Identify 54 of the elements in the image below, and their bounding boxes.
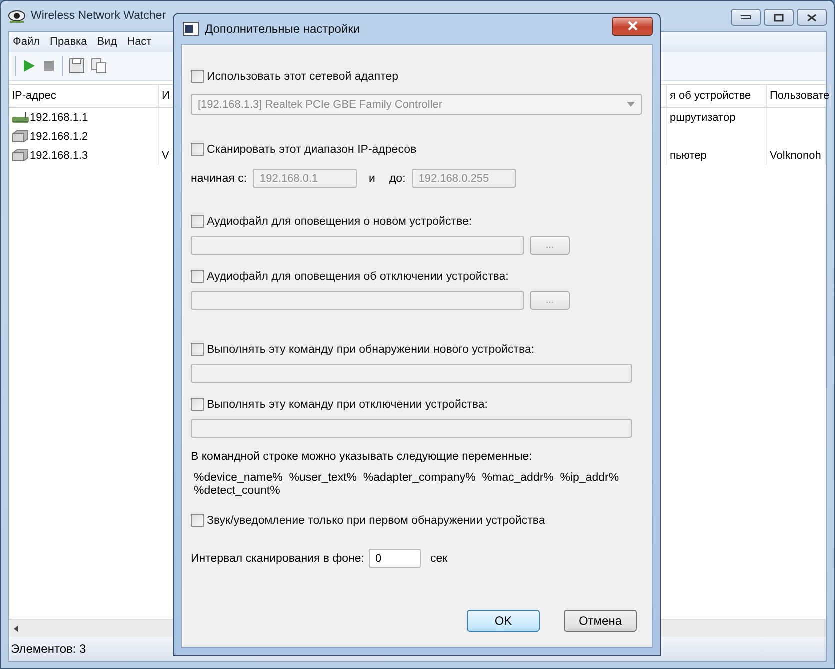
table-cell: 192.168.1.3 <box>30 150 88 162</box>
dialog-button[interactable]: Отмена <box>564 610 637 632</box>
stop-icon[interactable] <box>42 59 56 73</box>
field-label: начиная с: <box>191 172 248 184</box>
hint-text: В командной строке можно указывать следующие переменные: <box>191 451 532 463</box>
table-cell: 192.168.1.1 <box>30 112 88 124</box>
table-cell: V <box>162 150 170 162</box>
minimize-icon <box>741 15 751 20</box>
save-icon[interactable] <box>69 58 85 74</box>
close-button[interactable] <box>797 9 827 26</box>
maximize-button[interactable] <box>764 9 794 26</box>
play-icon[interactable] <box>22 59 36 73</box>
dialog-button[interactable]: OK <box>467 610 540 632</box>
computer-icon <box>12 149 29 162</box>
close-button[interactable] <box>612 16 653 36</box>
checkbox-label: Звук/уведомление только при первом обнаружении устройства <box>207 514 546 526</box>
maximize-icon <box>774 14 784 22</box>
eye-icon <box>8 8 26 24</box>
table-cell: пьютер <box>670 150 707 162</box>
checkbox[interactable] <box>191 514 204 527</box>
column-header[interactable]: я об устройстве <box>667 85 767 107</box>
computer-icon <box>12 130 29 143</box>
field-label: Интервал сканирования в фоне: <box>191 552 364 564</box>
checkbox-label: Аудиофайл для оповещения о новом устройстве: <box>207 216 472 228</box>
variables-text: %device_name% %user_text% %adapter_company% %mac_addr% %ip_addr% %detect_count% <box>193 472 620 498</box>
menu-item[interactable]: Правка <box>46 36 92 48</box>
dialog-title: Дополнительные настройки <box>205 22 360 36</box>
checkbox-label: Использовать этот сетевой адаптер <box>207 70 399 82</box>
checkbox-label: Выполнять эту команду при отключении устройства: <box>207 398 488 410</box>
menu-item[interactable]: Наст <box>123 36 156 48</box>
caret-icon <box>627 102 635 107</box>
table-cell: 192.168.1.2 <box>30 130 88 142</box>
window-title: Wireless Network Watcher <box>31 10 166 22</box>
status-text: Элементов: 3 <box>11 642 86 656</box>
table-cell: Volknonoh <box>770 150 822 162</box>
window-icon <box>183 22 199 36</box>
column-header[interactable]: IP-адрес <box>9 85 159 107</box>
checkbox-label: Аудиофайл для оповещения об отключении устройства: <box>207 270 509 282</box>
checkbox-label: Выполнять эту команду при обнаружении нового устройства: <box>207 344 535 356</box>
menu-item[interactable]: Файл <box>9 36 44 48</box>
checkbox-label: Сканировать этот диапазон IP-адресов <box>207 144 417 156</box>
interval-field[interactable]: 0 <box>368 549 420 568</box>
field-label: и <box>369 172 376 184</box>
menu-item[interactable]: Вид <box>93 36 122 48</box>
checkbox[interactable] <box>191 70 204 83</box>
table-cell: ршрутизатор <box>670 112 736 124</box>
minimize-button[interactable] <box>731 9 761 26</box>
field-label: до: <box>389 172 406 184</box>
close-icon <box>626 21 638 31</box>
unit-label: сек <box>430 552 448 564</box>
column-header[interactable]: Пользовате <box>767 85 831 107</box>
copy-icon[interactable] <box>91 58 107 74</box>
close-icon <box>807 14 817 22</box>
router-icon <box>12 112 29 124</box>
